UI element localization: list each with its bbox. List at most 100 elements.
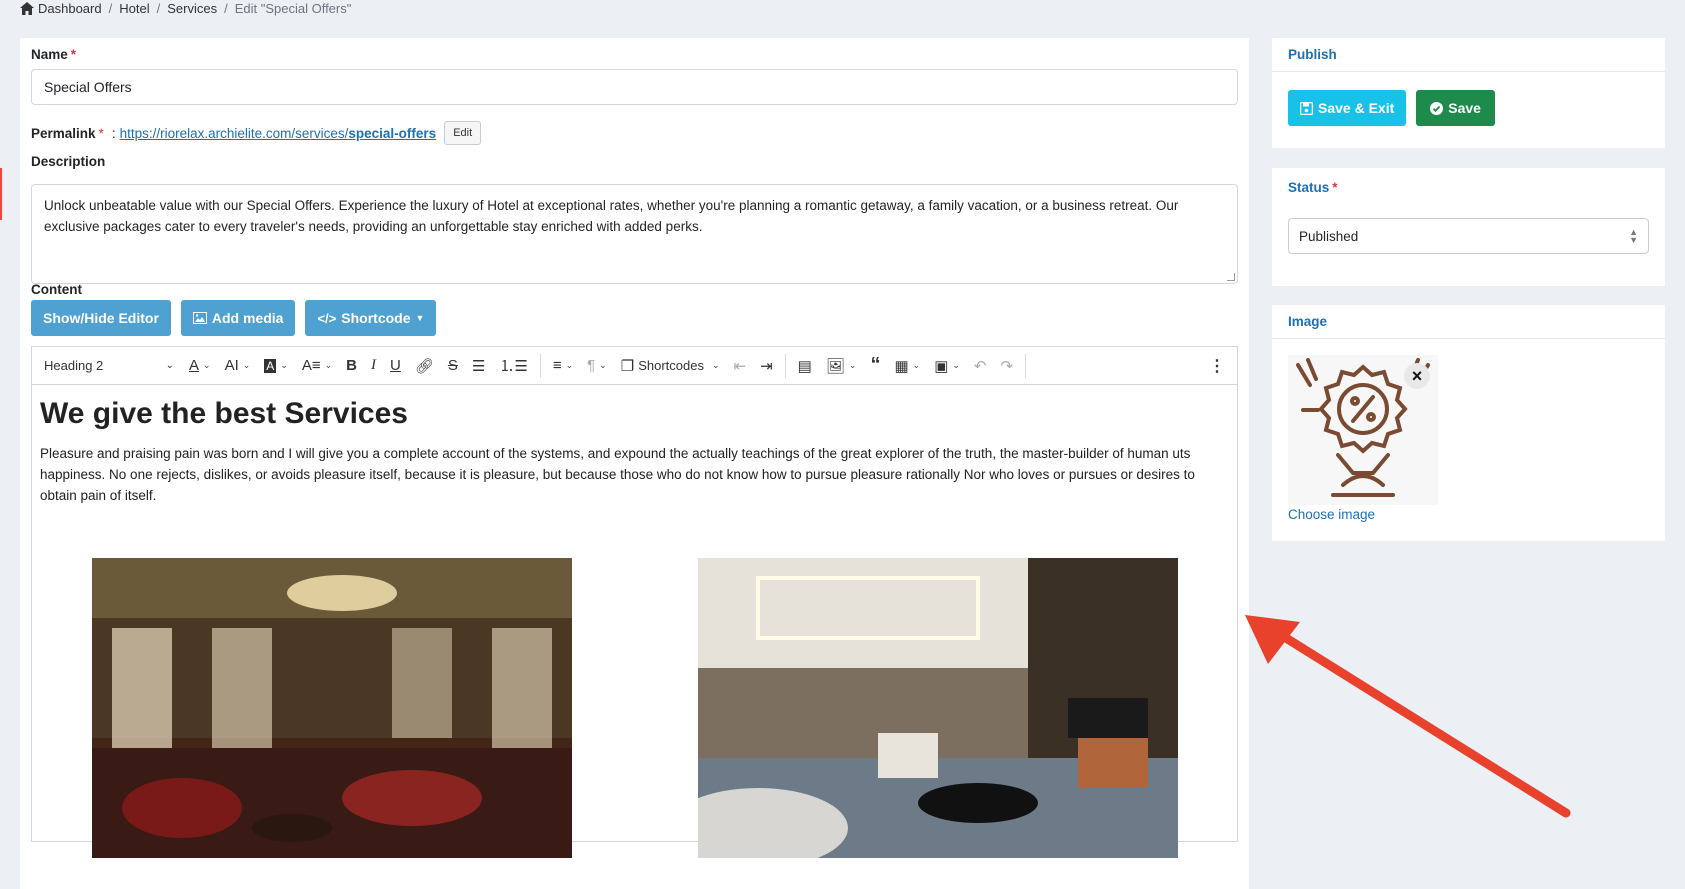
strikethrough-button[interactable]: S: [448, 357, 458, 374]
undo-button[interactable]: ↶: [974, 357, 987, 375]
outdent-button[interactable]: ⇤: [734, 357, 747, 375]
html-embed-button[interactable]: ▤: [798, 357, 812, 375]
chevron-down-icon: ⌄: [324, 360, 333, 370]
chandelier-lounge-image: [92, 558, 572, 858]
add-media-button[interactable]: Add media: [180, 300, 296, 336]
permalink-slug: special-offers: [348, 125, 437, 141]
font-size-button[interactable]: AI ⌄: [225, 357, 251, 374]
chevron-down-icon: ⌄: [912, 360, 921, 370]
shortcode-button[interactable]: </> Shortcode ▼: [305, 300, 437, 336]
bullet-list-button[interactable]: ☰: [472, 357, 485, 375]
description-textarea[interactable]: Unlock unbeatable value with our Special…: [31, 184, 1238, 284]
redo-button[interactable]: ↷: [1001, 357, 1014, 375]
chevron-down-icon: ⌄: [848, 360, 857, 370]
undo-icon: ↶: [973, 357, 987, 375]
chevron-down-icon: ⌄: [280, 360, 288, 370]
breadcrumb-home-label: Dashboard: [38, 0, 102, 16]
bold-button[interactable]: B: [346, 357, 357, 374]
content-button-row: Show/Hide Editor Add media </> Shortcode…: [31, 300, 437, 336]
quote-icon: “: [870, 354, 881, 376]
publish-card: Publish Save & Exit Save: [1272, 38, 1665, 148]
content-label: Content: [31, 282, 82, 297]
strikethrough-icon: S: [447, 357, 458, 374]
save-exit-button[interactable]: Save & Exit: [1288, 90, 1407, 126]
toolbar-divider: [539, 353, 541, 378]
save-exit-label: Save & Exit: [1318, 100, 1395, 116]
show-hide-editor-button[interactable]: Show/Hide Editor: [31, 300, 171, 336]
insert-table-button[interactable]: ▦ ⌄: [894, 357, 920, 375]
editor-content[interactable]: We give the best Services Pleasure and p…: [32, 385, 1237, 518]
breadcrumb-separator: /: [224, 0, 228, 16]
image-card: Image × Choose image: [1272, 305, 1665, 541]
font-family-button[interactable]: A≡ ⌄: [302, 357, 332, 374]
chevron-down-icon: ⌄: [565, 360, 574, 370]
italic-icon: I: [371, 357, 377, 373]
status-title-text: Status: [1288, 179, 1330, 195]
insert-image-icon: 🖼︎: [825, 357, 845, 375]
shortcodes-icon: ❐: [620, 357, 635, 375]
numbered-list-button[interactable]: ⒈☰: [499, 355, 527, 376]
pilcrow-icon: ¶: [587, 357, 596, 374]
choose-image-link[interactable]: Choose image: [1288, 507, 1665, 522]
chevron-down-icon: ⌄: [711, 360, 720, 370]
font-color-button[interactable]: A ⌄: [189, 357, 211, 374]
remove-image-button[interactable]: ×: [1404, 363, 1430, 389]
align-button[interactable]: ≡ ⌄: [553, 357, 573, 374]
paragraph-format-button[interactable]: ¶ ⌄: [587, 357, 607, 374]
permalink-edit-button[interactable]: Edit: [444, 121, 482, 145]
link-icon: 🔗︎: [414, 357, 434, 375]
required-marker: *: [1332, 179, 1338, 195]
outdent-icon: ⇤: [733, 357, 747, 375]
required-marker: *: [70, 47, 77, 62]
breadcrumb: Dashboard / Hotel / Services / Edit "Spe…: [20, 0, 351, 16]
insert-image-button[interactable]: 🖼︎ ⌄: [826, 357, 857, 375]
insert-media-button[interactable]: ▣ ⌄: [934, 357, 960, 375]
permalink-label: Permalink: [31, 125, 96, 141]
more-options-icon[interactable]: ⋮: [1209, 356, 1225, 376]
chevron-down-icon: ⌄: [203, 360, 211, 370]
status-select-value: Published: [1299, 228, 1359, 244]
redo-icon: ↷: [1000, 357, 1014, 375]
shortcodes-dropdown[interactable]: ❐ Shortcodes ⌄: [621, 357, 720, 375]
permalink-link[interactable]: https://riorelax.archielite.com/services…: [120, 126, 437, 141]
bold-icon: B: [346, 357, 358, 374]
annotation-arrow: [1245, 615, 1571, 818]
italic-button[interactable]: I: [371, 357, 376, 374]
permalink-colon: :: [111, 125, 116, 141]
chevron-down-icon: ⌄: [952, 360, 960, 370]
image-icon: [192, 312, 207, 324]
indent-button[interactable]: ⇥: [760, 357, 773, 375]
highlight-icon: A: [264, 358, 277, 373]
shortcodes-label: Shortcodes: [638, 358, 704, 373]
link-button[interactable]: 🔗︎: [415, 357, 434, 375]
name-label-text: Name: [31, 47, 68, 62]
breadcrumb-item-hotel[interactable]: Hotel: [119, 1, 149, 16]
left-edge-marker: [0, 168, 2, 220]
name-label: Name *: [31, 47, 76, 62]
toolbar-divider: [1025, 353, 1027, 378]
save-button[interactable]: Save: [1416, 90, 1495, 126]
html-embed-icon: ▤: [797, 357, 812, 375]
publish-buttons: Save & Exit Save: [1272, 72, 1665, 126]
background-color-button[interactable]: A ⌄: [264, 358, 288, 373]
home-icon: [20, 1, 34, 15]
font-size-icon: AI: [224, 357, 239, 374]
breadcrumb-home[interactable]: Dashboard: [20, 1, 102, 16]
content-heading: We give the best Services: [40, 397, 408, 430]
name-input[interactable]: Special Offers: [31, 69, 1238, 105]
breadcrumb-item-services[interactable]: Services: [167, 1, 217, 16]
resize-handle[interactable]: [1227, 273, 1235, 281]
blockquote-button[interactable]: “: [870, 354, 880, 377]
lounge-photo[interactable]: [92, 558, 572, 858]
status-select[interactable]: Published ▲ ▼: [1288, 218, 1649, 254]
underline-button[interactable]: U: [390, 357, 401, 374]
modern-living-room-image: [698, 558, 1178, 858]
permalink-row: Permalink * : https://riorelax.archielite…: [31, 120, 482, 146]
media-icon: ▣: [934, 357, 949, 375]
shortcode-label: Shortcode: [341, 310, 411, 326]
numbered-list-icon: ⒈☰: [499, 358, 528, 375]
heading-select[interactable]: Heading 2 ⌄: [44, 358, 174, 373]
status-card: Status * Published ▲ ▼: [1272, 168, 1665, 286]
indent-icon: ⇥: [760, 357, 773, 375]
living-room-photo[interactable]: [698, 558, 1178, 858]
